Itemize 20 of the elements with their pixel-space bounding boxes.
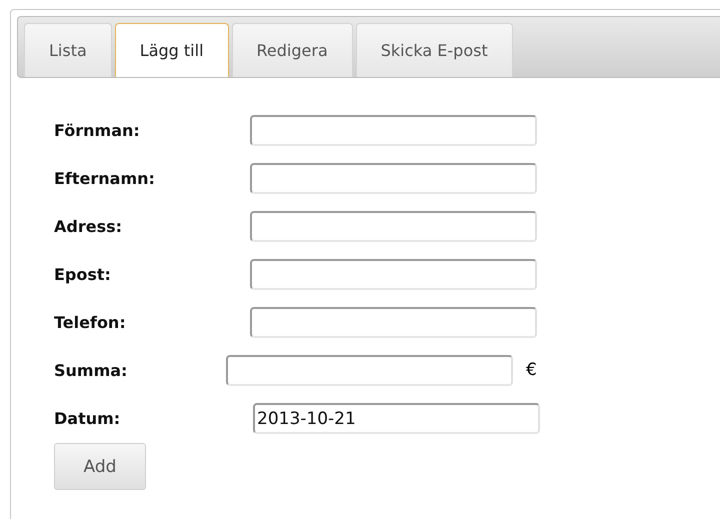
input-field[interactable]: 2013-10-21 [253,402,540,434]
field-label: Telefon: [54,312,127,332]
input-field[interactable] [250,114,537,146]
input-field[interactable] [226,354,513,386]
tab[interactable]: Lägg till [114,23,229,77]
field-label: Adress: [54,216,124,236]
field-label: Datum: [54,408,122,428]
field-label: Summa: [54,360,128,380]
input-field[interactable] [250,306,537,338]
add-button[interactable]: Add [54,443,146,490]
tab[interactable]: Lista [24,23,112,77]
input-field[interactable] [250,162,537,194]
field-label: Epost: [54,264,112,284]
field-label: Efternamn: [54,168,156,188]
input-field[interactable] [250,210,537,242]
tab[interactable]: Skicka E-post [356,23,513,77]
tab[interactable]: Redigera [232,23,353,77]
input-field[interactable] [250,258,537,290]
field-label: Förnman: [54,120,141,140]
currency-symbol: € [526,360,537,380]
